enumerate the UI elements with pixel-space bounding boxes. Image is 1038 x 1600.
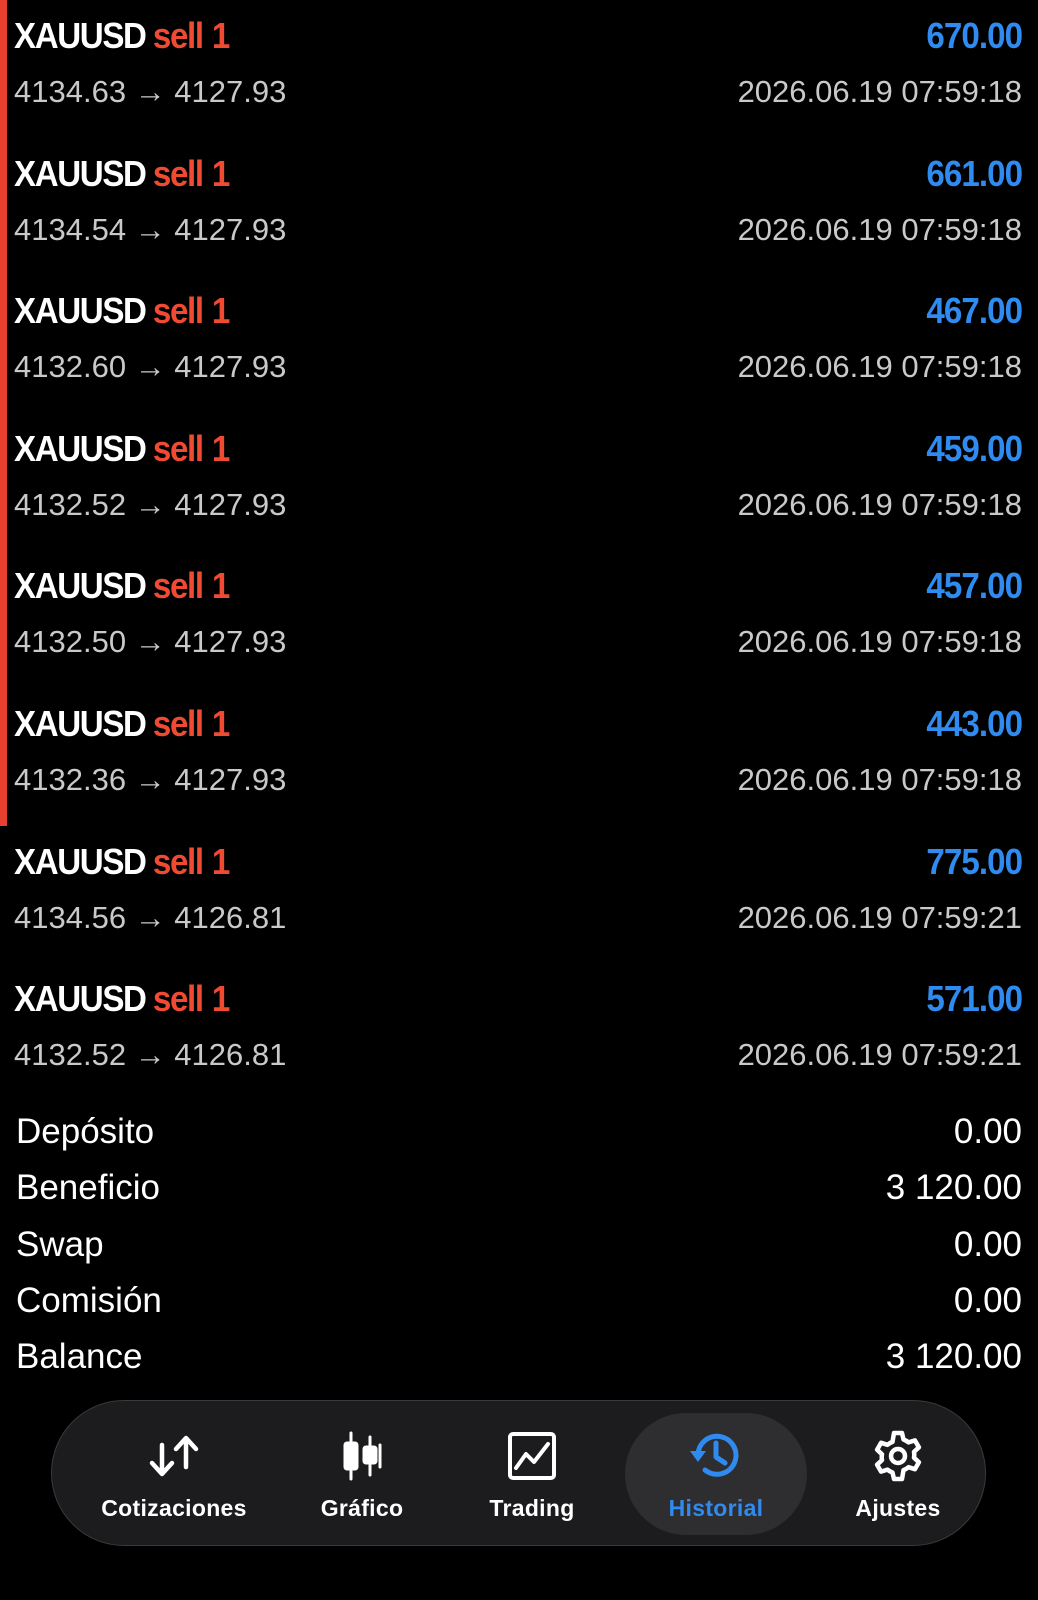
trade-title: XAUUSD sell 1 (14, 565, 230, 607)
summary-swap: Swap 0.00 (16, 1217, 1022, 1273)
trade-type: sell (152, 152, 204, 194)
trade-volume: 1 (211, 978, 230, 1020)
trade-type: sell (152, 565, 204, 607)
trade-symbol: XAUUSD (14, 290, 147, 332)
trade-prices: 4132.36 → 4127.93 (14, 761, 287, 797)
trade-prices: 4132.52 → 4126.81 (14, 1037, 287, 1073)
trade-time: 2026.06.19 07:59:21 (737, 1037, 1022, 1073)
trade-type: sell (152, 427, 204, 469)
trade-volume: 1 (211, 702, 230, 744)
gear-icon (869, 1427, 927, 1485)
trade-prices: 4134.54 → 4127.93 (14, 211, 287, 247)
trade-time: 2026.06.19 07:59:18 (737, 349, 1022, 385)
tab-settings[interactable]: Ajustes (828, 1401, 968, 1547)
summary-label: Beneficio (16, 1168, 160, 1208)
summary-label: Swap (16, 1224, 104, 1264)
trade-title: XAUUSD sell 1 (14, 840, 230, 883)
trade-title: XAUUSD sell 1 (14, 15, 230, 57)
summary-commission: Comisión 0.00 (16, 1273, 1022, 1329)
trade-profit: 571.00 (926, 978, 1023, 1020)
trade-title: XAUUSD sell 1 (14, 152, 230, 195)
trade-row[interactable]: XAUUSD sell 1 670.00 4134.63 → 4127.93 202… (0, 0, 1038, 138)
trade-type: sell (152, 702, 204, 744)
trade-time: 2026.06.19 07:59:18 (737, 486, 1022, 522)
trade-symbol: XAUUSD (14, 152, 147, 194)
trade-profit: 775.00 (926, 840, 1023, 882)
trade-title: XAUUSD sell 1 (14, 978, 230, 1020)
summary-label: Balance (16, 1337, 143, 1377)
trade-prices: 4134.63 → 4127.93 (14, 74, 287, 109)
trade-title: XAUUSD sell 1 (14, 290, 230, 332)
summary-value: 3 120.00 (885, 1337, 1022, 1377)
trade-volume: 1 (211, 840, 230, 882)
summary-label: Depósito (16, 1112, 155, 1152)
trade-volume: 1 (211, 565, 230, 607)
trade-profit: 661.00 (926, 152, 1023, 194)
quotes-arrows-icon (145, 1427, 203, 1485)
trade-type: sell (152, 978, 204, 1020)
trade-row[interactable]: XAUUSD sell 1 775.00 4134.56 → 4126.81 202… (0, 826, 1038, 964)
trade-profit: 443.00 (926, 702, 1023, 744)
trade-prices: 4132.52 → 4127.93 (14, 486, 287, 522)
trade-profit: 459.00 (926, 427, 1023, 469)
trade-history-list: XAUUSD sell 1 670.00 4134.63 → 4127.93 202… (0, 0, 1038, 1101)
tab-trading[interactable]: Trading (462, 1401, 602, 1547)
trade-prices: 4134.56 → 4126.81 (14, 899, 287, 935)
trade-profit: 457.00 (926, 565, 1023, 607)
trade-time: 2026.06.19 07:59:18 (737, 624, 1022, 660)
tab-label: Trading (489, 1494, 575, 1521)
tab-quotes[interactable]: Cotizaciones (84, 1401, 264, 1547)
trade-volume: 1 (211, 15, 230, 56)
tab-chart[interactable]: Gráfico (292, 1401, 432, 1547)
trade-symbol: XAUUSD (14, 15, 147, 56)
summary-label: Comisión (16, 1281, 162, 1321)
trade-symbol: XAUUSD (14, 978, 147, 1020)
account-summary: Depósito 0.00 Beneficio 3 120.00 Swap 0.… (16, 1104, 1022, 1385)
trade-type: sell (152, 290, 204, 332)
trade-title: XAUUSD sell 1 (14, 427, 230, 470)
summary-value: 0.00 (953, 1112, 1022, 1152)
tab-label: Ajustes (855, 1494, 941, 1521)
tab-history[interactable]: Historial (625, 1413, 807, 1535)
tab-label: Cotizaciones (101, 1494, 247, 1521)
trade-type: sell (152, 840, 204, 882)
summary-value: 0.00 (953, 1281, 1022, 1321)
tab-label: Gráfico (320, 1494, 404, 1521)
trade-title: XAUUSD sell 1 (14, 702, 230, 745)
trade-symbol: XAUUSD (14, 702, 147, 744)
trading-chart-icon (503, 1427, 561, 1485)
trade-symbol: XAUUSD (14, 565, 147, 607)
trade-type: sell (152, 15, 204, 56)
trade-volume: 1 (211, 152, 230, 194)
trade-row[interactable]: XAUUSD sell 1 467.00 4132.60 → 4127.93 202… (0, 275, 1038, 413)
trade-volume: 1 (211, 427, 230, 469)
summary-profit: Beneficio 3 120.00 (16, 1160, 1022, 1216)
trade-profit: 670.00 (926, 15, 1023, 56)
summary-value: 0.00 (953, 1224, 1022, 1264)
summary-value: 3 120.00 (885, 1168, 1022, 1208)
trade-row[interactable]: XAUUSD sell 1 571.00 4132.52 → 4126.81 202… (0, 963, 1038, 1101)
trade-time: 2026.06.19 07:59:18 (737, 211, 1022, 247)
trade-row[interactable]: XAUUSD sell 1 459.00 4132.52 → 4127.93 202… (0, 412, 1038, 551)
trade-symbol: XAUUSD (14, 427, 147, 469)
tab-label: Historial (668, 1494, 764, 1521)
trade-symbol: XAUUSD (14, 840, 147, 882)
trade-row[interactable]: XAUUSD sell 1 661.00 4134.54 → 4127.93 202… (0, 137, 1038, 276)
history-clock-icon (687, 1427, 745, 1485)
summary-balance: Balance 3 120.00 (16, 1329, 1022, 1385)
trade-time: 2026.06.19 07:59:18 (737, 761, 1022, 797)
trade-time: 2026.06.19 07:59:18 (737, 74, 1022, 109)
candlestick-chart-icon (333, 1427, 391, 1485)
trade-time: 2026.06.19 07:59:21 (737, 899, 1022, 935)
trade-volume: 1 (211, 290, 230, 332)
trade-prices: 4132.60 → 4127.93 (14, 349, 287, 385)
trade-row[interactable]: XAUUSD sell 1 457.00 4132.50 → 4127.93 202… (0, 550, 1038, 688)
trade-profit: 467.00 (926, 290, 1023, 332)
trade-prices: 4132.50 → 4127.93 (14, 624, 287, 660)
trade-row[interactable]: XAUUSD sell 1 443.00 4132.36 → 4127.93 202… (0, 687, 1038, 826)
bottom-tab-bar: Cotizaciones Gráfico Trading Historial A… (51, 1400, 986, 1546)
summary-deposit: Depósito 0.00 (16, 1104, 1022, 1160)
